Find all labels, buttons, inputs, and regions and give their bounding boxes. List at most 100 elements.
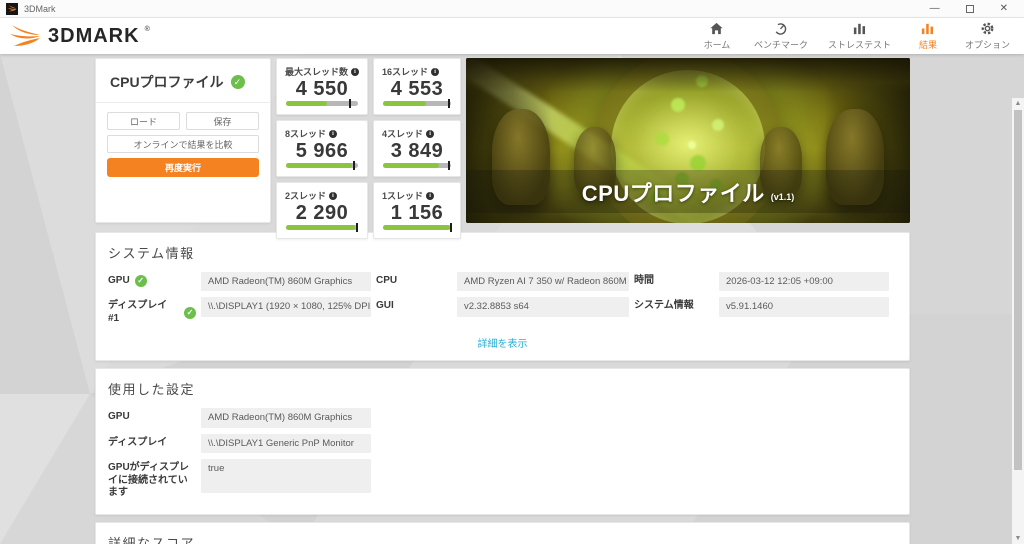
tile-score: 3 849 xyxy=(390,140,444,162)
time-label: 時間 xyxy=(634,275,654,286)
gpu-label: GPU xyxy=(108,275,130,286)
cpu-value: AMD Ryzen AI 7 350 w/ Radeon 860M xyxy=(457,272,629,292)
info-icon[interactable] xyxy=(426,129,435,138)
load-button[interactable]: ロード xyxy=(107,112,180,130)
tile-label: 2スレッド xyxy=(285,191,327,201)
score-bar xyxy=(383,161,451,170)
settings-title: 使用した設定 xyxy=(108,382,196,398)
window-title: 3DMark xyxy=(24,3,56,14)
settings-gpu-value: AMD Radeon(TM) 860M Graphics xyxy=(201,408,371,428)
tile-score: 5 966 xyxy=(295,140,349,162)
info-icon[interactable] xyxy=(351,67,360,76)
scroll-down-arrow-icon[interactable]: ▼ xyxy=(1012,533,1024,544)
stress-test-icon xyxy=(853,23,865,35)
results-icon xyxy=(922,23,934,35)
settings-used-card: 使用した設定 GPU AMD Radeon(TM) 860M Graphics … xyxy=(95,368,910,515)
display-label-row: ディスプレイ #1 xyxy=(108,297,196,325)
3dmark-logo: 3DMARK ® xyxy=(10,22,150,50)
cpu-profile-panel: CPUプロファイル ロード 保存 オンラインで結果を比較 再度実行 xyxy=(95,58,271,223)
nav-stresstest[interactable]: ストレステスト xyxy=(828,21,891,51)
nav-options-label: オプション xyxy=(964,40,1010,50)
settings-display-value: \\.\DISPLAY1 Generic PnP Monitor xyxy=(201,433,371,454)
nav-stresstest-label: ストレステスト xyxy=(827,40,891,50)
nav-home-label: ホーム xyxy=(703,40,731,50)
panel-title: CPUプロファイル xyxy=(110,74,224,90)
settings-attached-label: GPUがディスプレイに接続されています xyxy=(108,462,189,499)
score-bar xyxy=(286,99,359,108)
minimize-button[interactable]: — xyxy=(930,3,940,14)
maximize-button[interactable] xyxy=(965,4,974,13)
logo-swoosh-icon xyxy=(10,25,40,46)
hero-title-band: CPUプロファイル (v1.1) xyxy=(466,170,910,213)
check-circle-icon xyxy=(230,75,245,89)
settings-display-label: ディスプレイ xyxy=(108,436,168,448)
system-info-card: システム情報 GPU AMD Radeon(TM) 860M Graphics … xyxy=(95,232,910,362)
show-details-link[interactable]: 詳細を表示 xyxy=(478,339,528,350)
main-area: CPUプロファイル ロード 保存 オンラインで結果を比較 再度実行 最大スレッド… xyxy=(0,54,1024,544)
info-icon[interactable] xyxy=(329,129,338,138)
scrollbar-thumb[interactable] xyxy=(1014,110,1022,470)
tile-score: 4 550 xyxy=(295,78,349,100)
hero-title: CPUプロファイル xyxy=(581,180,765,206)
nav-home[interactable]: ホーム xyxy=(700,21,734,51)
sysinfo-label: システム情報 xyxy=(634,300,694,312)
tile-label: 16スレッド xyxy=(382,67,429,77)
rerun-button[interactable]: 再度実行 xyxy=(107,158,259,177)
app-icon xyxy=(6,2,18,15)
benchmark-icon xyxy=(775,23,787,35)
info-icon[interactable] xyxy=(329,191,338,200)
tile-2-threads: 2スレッド 2 290 xyxy=(276,182,369,239)
score-bar xyxy=(383,99,451,108)
detailed-scores-card: 詳細なスコア 最大スレッド数 4 550 16スレッド 4 553 8スレッド … xyxy=(95,521,910,544)
registered-mark: ® xyxy=(144,25,150,33)
vertical-scrollbar[interactable]: ▲ ▼ xyxy=(1012,98,1024,544)
tile-4-threads: 4スレッド 3 849 xyxy=(373,120,461,177)
nav-results[interactable]: 結果 xyxy=(911,21,945,51)
time-value: 2026-03-12 12:05 +09:00 xyxy=(719,272,889,292)
save-button[interactable]: 保存 xyxy=(186,112,259,130)
tile-label: 4スレッド xyxy=(382,129,424,139)
title-bar: 3DMark — ✕ xyxy=(0,0,1024,18)
tile-score: 1 156 xyxy=(390,202,444,224)
tile-max-threads: 最大スレッド数 4 550 xyxy=(276,58,369,115)
gpu-label-row: GPU xyxy=(108,272,196,288)
check-circle-icon xyxy=(134,275,147,288)
benchmark-hero-image: CPUプロファイル (v1.1) xyxy=(466,58,910,223)
compare-online-button[interactable]: オンラインで結果を比較 xyxy=(107,135,259,153)
settings-gpu-label: GPU xyxy=(108,411,130,423)
nav-benchmark[interactable]: ベンチマーク xyxy=(754,21,808,51)
score-bar xyxy=(383,223,452,232)
display-value: \\.\DISPLAY1 (1920 × 1080, 125% DPI scal… xyxy=(201,297,371,317)
gui-label: GUI xyxy=(376,300,394,312)
scroll-up-arrow-icon[interactable]: ▲ xyxy=(1012,98,1024,109)
detailed-title: 詳細なスコア xyxy=(108,535,196,544)
gui-value: v2.32.8853 s64 xyxy=(457,297,629,317)
tile-label: 最大スレッド数 xyxy=(285,67,349,77)
nav-options[interactable]: オプション xyxy=(965,21,1010,51)
tile-16-threads: 16スレッド 4 553 xyxy=(373,58,461,115)
nav-benchmark-label: ベンチマーク xyxy=(753,40,808,50)
tile-score: 4 553 xyxy=(390,78,444,100)
tile-score: 2 290 xyxy=(295,202,349,224)
hero-version: (v1.1) xyxy=(770,191,795,202)
tile-8-threads: 8スレッド 5 966 xyxy=(276,120,369,177)
nav-results-label: 結果 xyxy=(918,40,937,50)
settings-attached-value: true xyxy=(201,459,371,494)
score-bar xyxy=(286,161,359,170)
home-icon xyxy=(710,22,724,35)
system-info-title: システム情報 xyxy=(108,246,195,261)
info-icon[interactable] xyxy=(426,191,435,200)
score-bar xyxy=(286,223,359,232)
logo-text: 3DMARK xyxy=(48,24,140,47)
sysinfo-value: v5.91.1460 xyxy=(719,297,889,317)
gpu-value: AMD Radeon(TM) 860M Graphics xyxy=(201,272,371,292)
display-label: ディスプレイ #1 xyxy=(108,300,168,324)
info-icon[interactable] xyxy=(431,67,440,76)
check-circle-icon xyxy=(184,306,196,319)
close-button[interactable]: ✕ xyxy=(1000,3,1008,14)
options-gear-icon xyxy=(981,22,994,35)
cpu-label: CPU xyxy=(376,275,398,286)
main-nav: ホーム ベンチマーク ストレステスト 結果 オプション xyxy=(700,21,1010,51)
content-column: CPUプロファイル ロード 保存 オンラインで結果を比較 再度実行 最大スレッド… xyxy=(95,58,910,544)
tile-1-thread: 1スレッド 1 156 xyxy=(373,182,461,239)
